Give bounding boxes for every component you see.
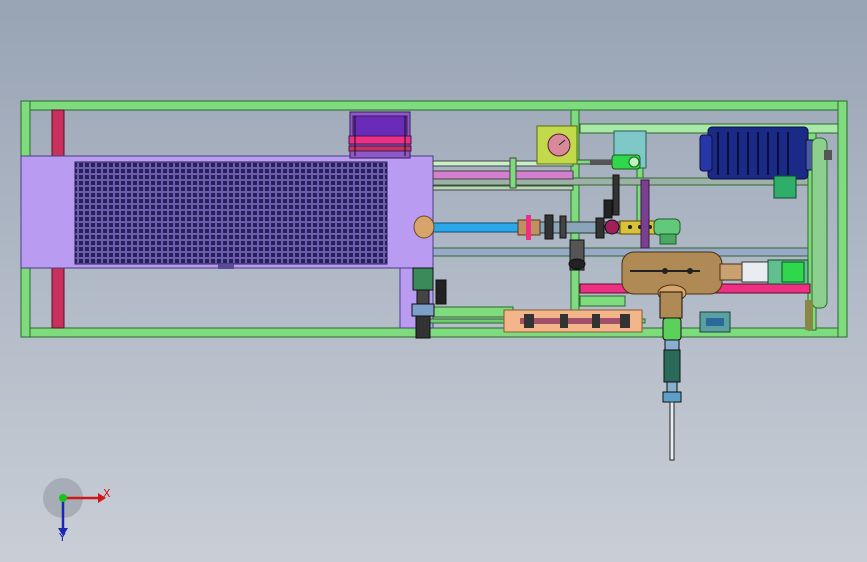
coordinate-triad-icon: X Y — [40, 478, 120, 548]
purple-post — [640, 179, 650, 249]
electric-motor — [699, 126, 817, 199]
radiator — [20, 155, 434, 269]
cad-model-drawing — [20, 100, 848, 461]
cad-viewport[interactable]: X Y — [0, 0, 867, 562]
pressure-tank — [621, 251, 809, 302]
base-bracket — [699, 300, 813, 333]
belt-drive — [811, 137, 832, 309]
mounting-plate — [503, 309, 643, 333]
small-pump — [590, 154, 641, 170]
outlet-stack — [659, 291, 683, 461]
y-axis-label: Y — [59, 531, 66, 544]
expansion-box — [348, 111, 412, 159]
x-axis-label: X — [103, 487, 111, 500]
gauge-box — [536, 125, 578, 165]
